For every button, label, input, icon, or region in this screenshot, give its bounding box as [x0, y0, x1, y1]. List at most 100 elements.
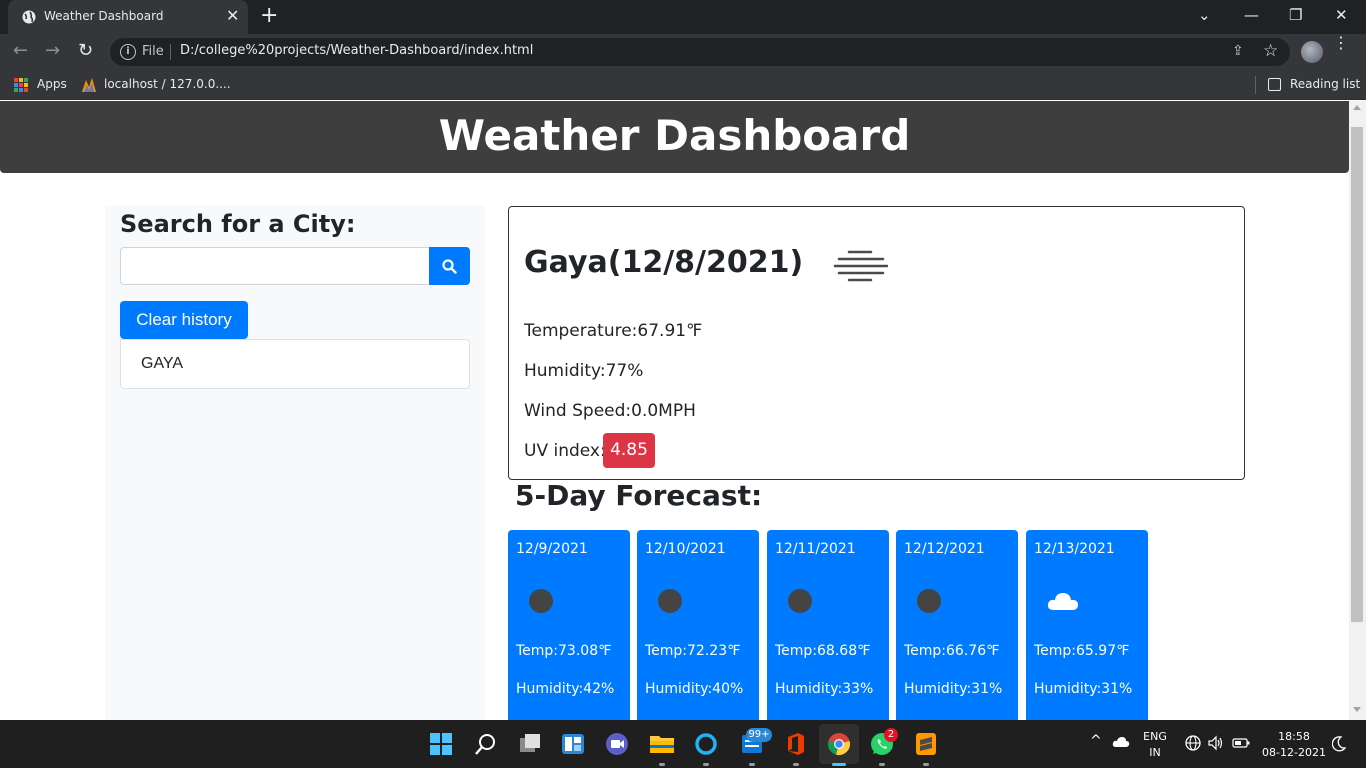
close-window-icon[interactable]: ✕ [1335, 6, 1348, 24]
forecast-date: 12/10/2021 [645, 541, 726, 557]
widgets-icon[interactable] [561, 732, 585, 756]
clear-night-icon [788, 589, 812, 613]
site-header: Weather Dashboard [0, 101, 1349, 173]
chrome-icon[interactable] [827, 732, 851, 756]
apps-grid-dot [19, 88, 23, 92]
page-viewport: Weather Dashboard Search for a City: Cle… [0, 101, 1366, 720]
forecast-temp: Temp:66.76℉ [904, 643, 1000, 659]
forecast-temp: Temp:73.08℉ [516, 643, 612, 659]
apps-grid-dot [14, 83, 18, 87]
browser-tabstrip: Weather Dashboard ✕ + ⌄ — ❐ ✕ [0, 0, 1366, 34]
task-view-icon[interactable] [518, 732, 542, 756]
globe-icon [22, 10, 36, 24]
whatsapp-badge: 2 [884, 728, 898, 742]
info-icon[interactable]: i [120, 44, 136, 60]
omnibox-divider [170, 44, 171, 60]
phpmyadmin-icon [82, 78, 96, 92]
bookmark-localhost[interactable]: localhost / 127.0.0.... [104, 77, 231, 91]
forecast-temp: Temp:65.97℉ [1034, 643, 1130, 659]
apps-grid-dot [19, 83, 23, 87]
scroll-down-icon[interactable] [1353, 707, 1361, 712]
clock-date[interactable]: 08-12-2021 [1262, 746, 1326, 759]
forecast-card: 12/11/2021 Temp:68.68℉ Humidity:33% [767, 530, 889, 720]
clear-night-icon [529, 589, 553, 613]
scroll-up-icon[interactable] [1353, 105, 1361, 110]
current-weather-card: Gaya(12/8/2021) Temperature:67.91℉ Humid… [508, 206, 1245, 480]
office-icon[interactable] [784, 732, 808, 756]
battery-icon[interactable] [1232, 737, 1250, 749]
teams-chat-icon[interactable] [605, 732, 629, 756]
language-indicator-eng[interactable]: ENG [1140, 730, 1170, 743]
humidity-text: Humidity:77% [524, 361, 644, 381]
forecast-temp: Temp:72.23℉ [645, 643, 741, 659]
file-explorer-icon[interactable] [649, 732, 675, 756]
city-search-input[interactable] [120, 247, 430, 285]
forecast-date: 12/12/2021 [904, 541, 985, 557]
temperature-text: Temperature:67.91℉ [524, 321, 703, 341]
apps-grid-dot [24, 83, 28, 87]
scheme-label: File [142, 44, 164, 59]
bookmark-apps[interactable]: Apps [37, 77, 67, 91]
minimize-icon[interactable]: — [1244, 6, 1259, 24]
back-icon[interactable]: ← [13, 41, 28, 61]
forecast-humidity: Humidity:31% [904, 681, 1003, 697]
browser-toolbar: ← → ↻ i File D:/college%20projects/Weath… [0, 34, 1366, 70]
reload-icon[interactable]: ↻ [78, 41, 93, 61]
bookmark-star-icon[interactable]: ☆ [1263, 41, 1278, 61]
search-icon[interactable] [474, 732, 498, 756]
sublime-text-icon[interactable] [914, 732, 938, 756]
uv-index-badge: 4.85 [603, 433, 655, 468]
windows-start-icon[interactable] [429, 732, 453, 756]
whatsapp-running-indicator [879, 763, 885, 766]
apps-grid-dot [19, 78, 23, 82]
apps-grid-icon[interactable] [14, 78, 28, 92]
history-list: GAYA [120, 339, 470, 389]
url-text[interactable]: D:/college%20projects/Weather-Dashboard/… [180, 43, 533, 58]
search-sidebar: Search for a City: Clear history GAYA [105, 206, 485, 720]
address-bar[interactable]: i File D:/college%20projects/Weather-Das… [110, 38, 1290, 66]
search-button[interactable] [429, 247, 470, 285]
tab-close-icon[interactable]: ✕ [226, 7, 239, 25]
forecast-card: 12/10/2021 Temp:72.23℉ Humidity:40% [637, 530, 759, 720]
mist-icon [833, 250, 888, 282]
cortana-icon[interactable] [694, 732, 718, 756]
clear-night-icon [658, 589, 682, 613]
scroll-thumb[interactable] [1351, 127, 1363, 622]
bookmarks-divider [1255, 76, 1256, 94]
search-heading: Search for a City: [120, 210, 356, 238]
forecast-temp: Temp:68.68℉ [775, 643, 871, 659]
language-indicator-in[interactable]: IN [1140, 746, 1170, 759]
forecast-date: 12/9/2021 [516, 541, 588, 557]
notification-moon-icon[interactable] [1332, 736, 1346, 752]
maximize-icon[interactable]: ❐ [1289, 6, 1302, 24]
forecast-humidity: Humidity:40% [645, 681, 744, 697]
history-item[interactable]: GAYA [141, 355, 183, 373]
forecast-card: 12/9/2021 Temp:73.08℉ Humidity:42% [508, 530, 630, 720]
chrome-running-indicator [832, 763, 846, 766]
tab-title: Weather Dashboard [44, 9, 164, 23]
forecast-card: 12/12/2021 Temp:66.76℉ Humidity:31% [896, 530, 1018, 720]
forecast-date: 12/11/2021 [775, 541, 856, 557]
mail-badge: 99+ [746, 728, 772, 742]
tray-overflow-icon[interactable]: ^ [1090, 733, 1102, 749]
reading-list-button[interactable]: Reading list [1290, 77, 1360, 91]
network-globe-icon[interactable] [1185, 735, 1201, 751]
apps-grid-dot [14, 88, 18, 92]
browser-tab[interactable]: Weather Dashboard ✕ [8, 0, 248, 34]
uv-label: UV index: [524, 441, 606, 461]
forecast-card: 12/13/2021 Temp:65.97℉ Humidity:31% [1026, 530, 1148, 720]
office-running-indicator [793, 763, 799, 766]
profile-avatar[interactable] [1301, 41, 1323, 63]
share-icon[interactable]: ⇪ [1232, 43, 1244, 59]
browser-menu-icon[interactable]: ⋮ [1333, 35, 1349, 51]
onedrive-cloud-icon[interactable] [1112, 735, 1130, 749]
volume-icon[interactable] [1208, 735, 1224, 751]
tab-search-icon[interactable]: ⌄ [1198, 6, 1211, 24]
clock-time[interactable]: 18:58 [1262, 730, 1326, 743]
search-icon [442, 259, 457, 274]
new-tab-button[interactable]: + [260, 3, 278, 29]
clear-history-button[interactable]: Clear history [120, 301, 248, 339]
forward-icon[interactable]: → [45, 41, 60, 61]
page-scrollbar[interactable] [1349, 101, 1366, 720]
forecast-date: 12/13/2021 [1034, 541, 1115, 557]
